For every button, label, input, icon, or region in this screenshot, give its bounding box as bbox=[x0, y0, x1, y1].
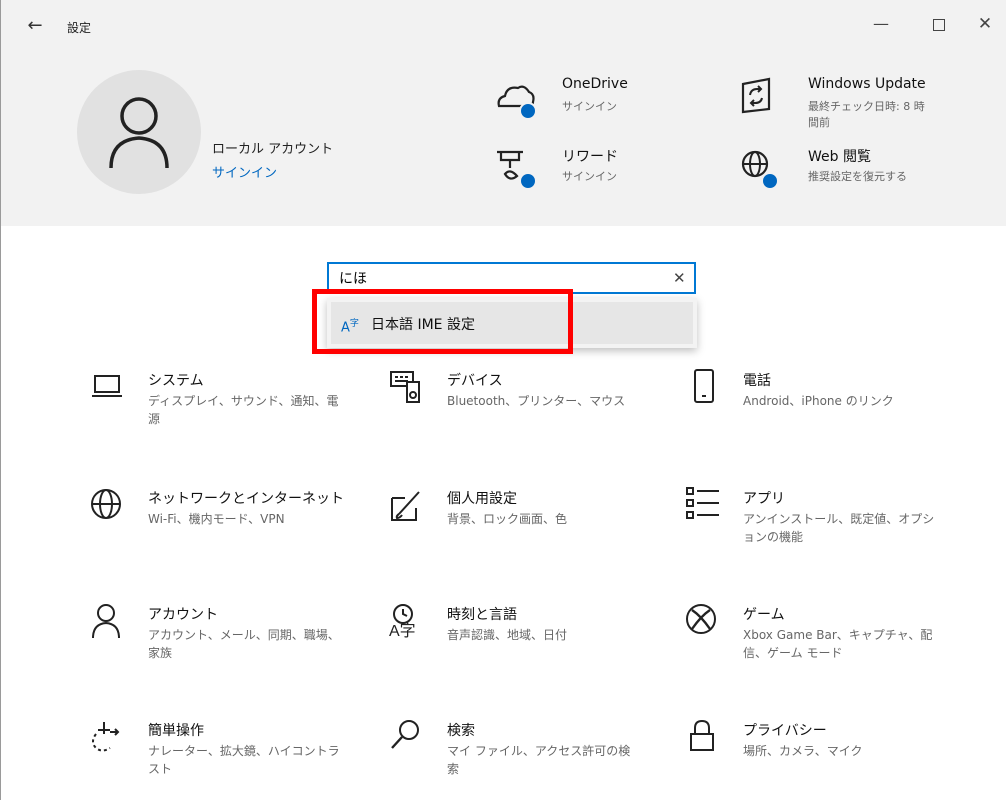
category-personalization[interactable]: 個人用設定 背景、ロック画面、色 bbox=[389, 488, 644, 538]
category-title: 電話 bbox=[743, 373, 771, 389]
phone-icon bbox=[694, 369, 714, 403]
category-subtitle: ナレーター、拡大鏡、ハイコントラスト bbox=[148, 744, 340, 776]
ease-of-access-icon bbox=[92, 722, 120, 752]
time-language-icon: A字 bbox=[389, 604, 416, 640]
category-system[interactable]: システム ディスプレイ、サウンド、通知、電源 bbox=[90, 370, 345, 426]
windows-update-subtitle: 最終チェック日時: 8 時間前 bbox=[808, 100, 925, 129]
category-subtitle: Xbox Game Bar、キャプチャ、配信、ゲーム モード bbox=[743, 628, 933, 660]
category-ease-of-access[interactable]: 簡単操作 ナレーター、拡大鏡、ハイコントラスト bbox=[90, 720, 345, 776]
category-subtitle: Wi-Fi、機内モード、VPN bbox=[148, 512, 285, 526]
category-subtitle: マイ ファイル、アクセス許可の検索 bbox=[447, 744, 631, 776]
search-input[interactable] bbox=[339, 268, 659, 288]
category-title: アカウント bbox=[148, 607, 218, 623]
category-title: ネットワークとインターネット bbox=[148, 491, 344, 507]
category-title: システム bbox=[148, 373, 204, 389]
person-icon bbox=[92, 604, 120, 639]
category-apps[interactable]: アプリ アンインストール、既定値、オプションの機能 bbox=[685, 487, 940, 556]
status-badge bbox=[761, 172, 779, 190]
rewards-subtitle: サインイン bbox=[562, 170, 617, 183]
category-subtitle: 背景、ロック画面、色 bbox=[447, 512, 568, 526]
window-title: 設定 bbox=[67, 21, 92, 35]
category-title: 簡単操作 bbox=[148, 723, 204, 739]
web-browsing-subtitle: 推奨設定を復元する bbox=[808, 170, 907, 183]
category-title: プライバシー bbox=[743, 723, 827, 739]
avatar[interactable] bbox=[77, 70, 201, 194]
arrow-left-icon: ← bbox=[27, 15, 43, 36]
maximize-icon bbox=[933, 18, 945, 31]
rewards-title: リワード bbox=[562, 149, 618, 165]
lock-icon bbox=[690, 719, 714, 751]
category-subtitle: Bluetooth、プリンター、マウス bbox=[447, 394, 626, 408]
category-subtitle: Android、iPhone のリンク bbox=[743, 394, 894, 408]
windows-update-icon bbox=[741, 77, 771, 114]
onedrive-title: OneDrive bbox=[562, 76, 628, 92]
xbox-icon bbox=[686, 604, 716, 634]
category-network[interactable]: ネットワークとインターネット Wi-Fi、機内モード、VPN bbox=[90, 488, 345, 538]
rewards-tile[interactable]: リワード サインイン bbox=[493, 146, 673, 194]
category-gaming[interactable]: ゲーム Xbox Game Bar、キャプチャ、配信、ゲーム モード bbox=[685, 604, 940, 672]
close-icon[interactable]: ✕ bbox=[673, 269, 686, 287]
onedrive-subtitle: サインイン bbox=[562, 100, 617, 113]
windows-update-title: Windows Update bbox=[808, 76, 926, 92]
category-title: アプリ bbox=[743, 491, 785, 507]
category-devices[interactable]: デバイス Bluetooth、プリンター、マウス bbox=[389, 370, 644, 420]
category-subtitle: アカウント、メール、同期、職場、家族 bbox=[148, 628, 340, 660]
laptop-icon bbox=[92, 375, 122, 397]
category-title: 時刻と言語 bbox=[447, 607, 517, 623]
status-badge bbox=[519, 102, 537, 120]
web-browsing-tile[interactable]: Web 閲覧 推奨設定を復元する bbox=[739, 146, 949, 194]
windows-update-tile[interactable]: Windows Update 最終チェック日時: 8 時間前 bbox=[739, 76, 949, 136]
person-icon bbox=[109, 97, 169, 169]
maximize-button[interactable] bbox=[919, 8, 959, 40]
highlight-box bbox=[312, 289, 573, 354]
category-search[interactable]: 検索 マイ ファイル、アクセス許可の検索 bbox=[389, 720, 644, 776]
account-signin-link[interactable]: サインイン bbox=[212, 162, 277, 181]
web-browsing-title: Web 閲覧 bbox=[808, 149, 871, 165]
onedrive-tile[interactable]: OneDrive サインイン bbox=[493, 76, 673, 124]
apps-icon bbox=[686, 487, 719, 519]
category-privacy[interactable]: プライバシー 場所、カメラ、マイク bbox=[685, 719, 940, 770]
search-icon bbox=[391, 720, 419, 749]
category-subtitle: 場所、カメラ、マイク bbox=[743, 744, 863, 758]
account-name: ローカル アカウント bbox=[212, 142, 334, 157]
settings-window: ← 設定 — ✕ ローカル アカウント サインイン OneDrive サインイン bbox=[0, 0, 1006, 800]
category-time-language[interactable]: A字 時刻と言語 音声認識、地域、日付 bbox=[389, 604, 644, 654]
devices-icon bbox=[390, 371, 420, 403]
category-title: 検索 bbox=[447, 723, 475, 739]
title-bar: ← 設定 — ✕ bbox=[1, 0, 1006, 58]
globe-icon bbox=[91, 489, 121, 519]
category-title: ゲーム bbox=[743, 607, 785, 623]
category-accounts[interactable]: アカウント アカウント、メール、同期、職場、家族 bbox=[90, 604, 345, 672]
svg-text:A字: A字 bbox=[389, 622, 416, 640]
category-subtitle: アンインストール、既定値、オプションの機能 bbox=[743, 512, 935, 544]
category-subtitle: 音声認識、地域、日付 bbox=[447, 628, 568, 642]
minimize-button[interactable]: — bbox=[861, 8, 901, 40]
back-button[interactable]: ← bbox=[21, 12, 49, 40]
category-phone[interactable]: 電話 Android、iPhone のリンク bbox=[685, 369, 940, 420]
category-subtitle: ディスプレイ、サウンド、通知、電源 bbox=[148, 394, 339, 426]
close-window-button[interactable]: ✕ bbox=[965, 8, 1005, 40]
status-badge bbox=[519, 172, 537, 190]
personalization-icon bbox=[391, 491, 420, 521]
category-title: 個人用設定 bbox=[447, 491, 517, 507]
account-header: ローカル アカウント サインイン OneDrive サインイン Windows … bbox=[1, 58, 1006, 226]
category-title: デバイス bbox=[447, 373, 503, 389]
